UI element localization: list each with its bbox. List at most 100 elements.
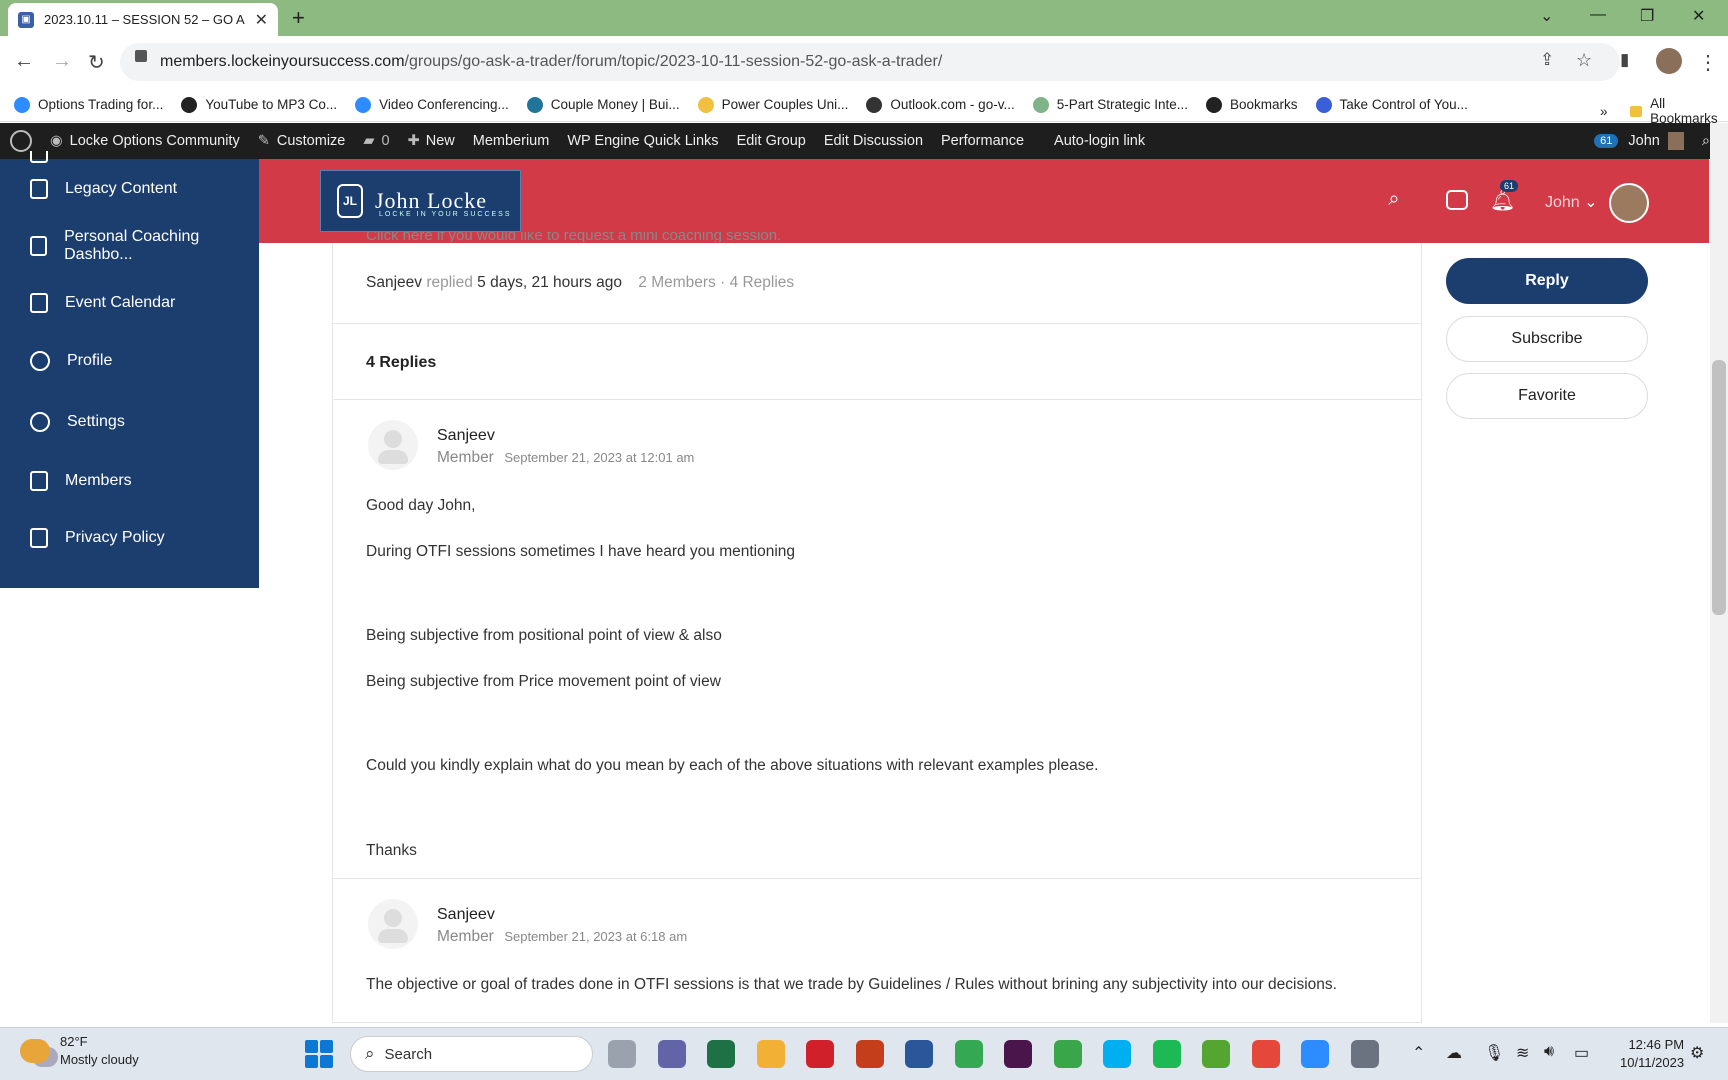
meta-time[interactable]: 5 days, 21 hours ago [477,274,622,291]
site-logo[interactable]: JL John Locke LOCKE IN YOUR SUCCESS [320,170,521,232]
reply-button[interactable]: Reply [1446,258,1648,304]
snagit-icon[interactable] [1251,1040,1280,1068]
bookmark-item[interactable]: Couple Money | Bui... [526,96,680,113]
word-icon[interactable] [905,1040,933,1068]
wp-user-name[interactable]: John [1628,133,1659,149]
excel-icon[interactable] [707,1040,735,1068]
close-window-icon[interactable]: ✕ [1692,6,1705,26]
tab-search-icon[interactable]: ⌄ [1540,6,1553,26]
share-icon[interactable]: ⇪ [1540,50,1554,70]
bookmark-item[interactable]: Video Conferencing... [355,96,509,113]
wp-performance[interactable]: Performance [941,133,1024,149]
bookmark-item[interactable]: YouTube to MP3 Co... [181,96,337,113]
zoom-icon[interactable] [1301,1040,1329,1068]
lock-icon[interactable] [135,50,147,62]
bookmark-item[interactable]: Options Trading for... [14,96,163,113]
wordpress-icon[interactable] [10,130,32,152]
post-paragraph: Good day John, [366,497,476,514]
post-role: Member [437,449,494,466]
slack-icon[interactable] [1004,1040,1032,1068]
chrome-icon[interactable] [954,1040,983,1068]
scrollbar-thumb[interactable] [1712,360,1726,615]
settings-app-icon[interactable] [1350,1040,1379,1068]
app-icon[interactable] [1202,1040,1230,1068]
wp-memberium[interactable]: Memberium [473,133,550,149]
wp-comments[interactable]: ▰ 0 [363,133,389,149]
header-user-menu[interactable]: John ⌄ [1545,192,1598,212]
bookmark-item[interactable]: Bookmarks [1206,96,1298,113]
taskbar-search[interactable]: ⌕ Search [350,1036,593,1072]
header-search-icon[interactable]: ⌕ [1382,188,1406,210]
menu-kebab-icon[interactable]: ⋮ [1698,50,1718,75]
wp-engine-links[interactable]: WP Engine Quick Links [567,133,718,149]
taskbar-clock[interactable]: 12:46 PM 10/11/2023 [1620,1036,1684,1072]
meta-author[interactable]: Sanjeev [366,274,422,291]
sidebar-item-label: Event Calendar [65,294,176,311]
all-bookmarks[interactable]: » All Bookmarks [1600,96,1728,126]
settings-gear-icon[interactable]: ⚙ [1690,1043,1704,1063]
powerpoint-icon[interactable] [855,1040,884,1068]
bookmark-star-icon[interactable]: ☆ [1576,50,1592,71]
spotify-icon[interactable] [1152,1040,1181,1068]
skype-icon[interactable] [1103,1040,1131,1068]
minimize-icon[interactable]: — [1590,6,1606,24]
page-icon [30,293,48,313]
onedrive-cloud-icon[interactable]: ☁ [1446,1043,1462,1063]
weather-widget[interactable]: 82°F Mostly cloudy [20,1033,139,1069]
header-avatar[interactable] [1609,183,1649,223]
wp-site-name[interactable]: ◉ Locke Options Community [50,133,240,149]
tab-close-icon[interactable]: ✕ [255,10,268,30]
new-tab-icon[interactable]: + [292,5,305,31]
post-author[interactable]: Sanjeev [437,906,495,924]
bookmark-item[interactable]: 5-Part Strategic Inte... [1032,96,1188,113]
subscribe-button[interactable]: Subscribe [1446,316,1648,362]
restore-icon[interactable]: ❐ [1640,6,1654,26]
sidebar-item[interactable]: Personal Coaching Dashbo... [0,226,259,266]
sidebar-item[interactable]: Privacy Policy [0,518,259,558]
wp-new[interactable]: ✚ New [408,133,455,149]
teams-icon[interactable] [657,1040,686,1068]
profile-avatar[interactable] [1656,48,1682,74]
wp-notification-badge[interactable]: 61 [1594,134,1619,148]
post-avatar[interactable] [368,420,418,470]
wp-customize[interactable]: ✎ Customize [258,133,346,149]
overflow-chevron-icon[interactable]: » [1600,104,1608,119]
wp-search-icon[interactable]: ⌕ [1702,133,1710,149]
address-bar[interactable]: members.lockeinyoursuccess.com/groups/go… [120,43,1620,81]
user-icon [30,351,50,371]
opera-icon[interactable] [806,1040,834,1068]
coaching-link-text[interactable]: Click here if you would like to request … [366,232,781,242]
start-windows-icon[interactable] [305,1040,333,1068]
wifi-icon[interactable]: ≋ [1516,1043,1529,1063]
sidebar-item[interactable]: Members [0,461,259,501]
favorite-button[interactable]: Favorite [1446,373,1648,419]
wp-user-avatar[interactable] [1667,132,1684,150]
post-avatar[interactable] [368,899,418,949]
folder-icon[interactable] [756,1040,785,1068]
sidebar-item[interactable]: Legacy Content [0,169,259,209]
file-explorer-icon[interactable] [608,1040,636,1068]
inbox-icon[interactable] [1446,190,1468,210]
browser-toolbar: ← → ↻ members.lockeinyoursuccess.com/gro… [0,36,1728,88]
battery-icon[interactable]: ▭ [1574,1043,1589,1063]
bookmark-item[interactable]: Outlook.com - go-v... [866,96,1015,113]
microphone-icon[interactable]: 🎙︎ [1484,1043,1504,1063]
sidebar-item[interactable]: Profile [0,341,259,381]
camtasia-icon[interactable] [1053,1040,1082,1068]
sidebar-item[interactable]: Settings [0,402,259,442]
post-author[interactable]: Sanjeev [437,427,495,445]
wp-edit-discussion[interactable]: Edit Discussion [824,133,923,149]
bookmark-item[interactable]: Take Control of You... [1315,96,1468,113]
side-panel-icon[interactable]: ▮ [1620,50,1629,70]
page-icon [30,471,48,491]
volume-icon[interactable]: 🔊︎ [1544,1043,1554,1061]
tray-chevron-up-icon[interactable]: ⌃ [1412,1043,1425,1063]
back-icon[interactable]: ← [14,50,34,73]
forward-icon[interactable]: → [52,50,72,73]
reload-icon[interactable]: ↻ [88,50,105,75]
sidebar-item[interactable]: Event Calendar [0,283,259,323]
bookmark-item[interactable]: Power Couples Uni... [697,96,848,113]
wp-auto-login[interactable]: Auto-login link [1054,133,1145,149]
wp-edit-group[interactable]: Edit Group [737,133,806,149]
browser-tab[interactable]: ▣ 2023.10.11 – SESSION 52 – GO A ✕ [8,3,278,36]
